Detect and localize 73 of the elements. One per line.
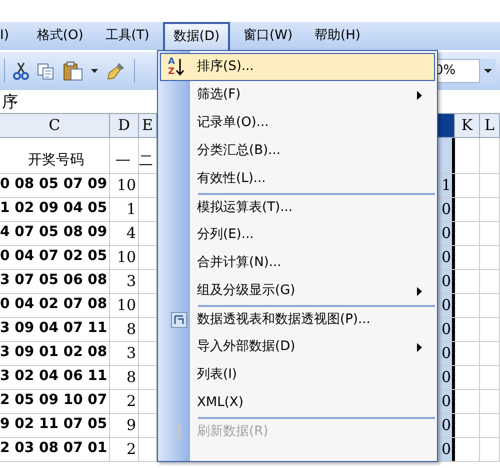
menu-item[interactable]: 有效性(L)... — [160, 165, 435, 193]
table-cell: 4 07 05 08 09 — [0, 222, 110, 245]
table-cell: 1 — [437, 174, 455, 197]
table-cell: 1 02 09 04 05 — [0, 198, 110, 221]
table-cell: 3 — [110, 342, 139, 365]
menu-item[interactable]: 记录单(O)... — [160, 109, 435, 137]
menu-item[interactable]: 分类汇总(B)... — [160, 137, 435, 165]
table-cell: 0 — [437, 222, 455, 245]
submenu-arrow-icon — [417, 286, 422, 296]
menu-bar-item[interactable]: 格式(O) — [28, 22, 92, 50]
table-cell: 0 — [437, 270, 455, 293]
menu-item[interactable]: 筛选(F) — [160, 81, 435, 109]
submenu-arrow-icon — [417, 342, 422, 352]
copy-icon[interactable] — [37, 62, 55, 80]
brush-icon[interactable] — [106, 61, 126, 81]
table-cell: 0 — [437, 342, 455, 365]
pivot-table-icon — [171, 312, 187, 328]
table-cell: 8 — [110, 366, 139, 389]
zoom-dropdown-button[interactable] — [480, 59, 496, 83]
menu-bar-item[interactable]: 数据(D) — [163, 22, 230, 50]
menu-bar-item[interactable]: I) — [0, 22, 17, 50]
column-header[interactable]: C — [0, 114, 110, 137]
table-cell: 2 — [110, 390, 139, 413]
table-cell: 10 — [110, 294, 139, 317]
table-cell: 10 — [110, 246, 139, 269]
table-cell: 开奖号码 — [0, 138, 110, 173]
scissors-icon[interactable] — [13, 62, 29, 80]
table-cell: 0 — [437, 414, 455, 437]
table-cell: 3 02 04 06 11 — [0, 366, 110, 389]
table-cell: 0 08 05 07 09 — [0, 174, 110, 197]
column-header[interactable]: D — [110, 114, 139, 137]
menu-item[interactable]: 分列(E)... — [160, 221, 435, 249]
table-cell: 8 — [110, 318, 139, 341]
table-cell: 10 — [110, 174, 139, 197]
exclamation-icon — [175, 423, 183, 441]
table-cell: 2 03 08 07 01 — [0, 438, 110, 461]
menu-bar-item[interactable]: 窗口(W) — [236, 22, 301, 50]
menu-item[interactable]: 数据透视表和数据透视图(P)... — [160, 307, 435, 333]
table-cell: 0 — [437, 366, 455, 389]
menu-bar-item[interactable]: 帮助(H) — [306, 22, 368, 50]
menu-item[interactable]: 合并计算(N)... — [160, 249, 435, 277]
paste-icon[interactable] — [63, 61, 83, 81]
table-cell: 0 — [437, 198, 455, 221]
table-cell: 9 — [110, 414, 139, 437]
table-cell: 0 — [437, 318, 455, 341]
table-cell: 2 05 09 10 07 — [0, 390, 110, 413]
menu-item[interactable]: 模拟运算表(T)... — [160, 195, 435, 221]
menu-item[interactable]: 导入外部数据(D) — [160, 333, 435, 361]
table-cell: 4 — [110, 222, 139, 245]
table-cell: 0 04 07 02 05 — [0, 246, 110, 269]
table-cell: 3 07 05 06 08 — [0, 270, 110, 293]
table-cell: 0 04 02 07 08 — [0, 294, 110, 317]
menu-item[interactable]: 列表(I) — [160, 361, 435, 389]
table-cell: 9 02 11 07 05 — [0, 414, 110, 437]
menu-bar-item[interactable]: 工具(T) — [97, 22, 158, 50]
caret-icon — [484, 69, 492, 73]
table-cell: 一 — [110, 138, 139, 173]
table-cell: 0 — [437, 246, 455, 269]
menu-item[interactable]: 组及分级显示(G) — [160, 277, 435, 305]
table-cell: 2 — [110, 438, 139, 461]
table-cell: 0 — [437, 390, 455, 413]
caret-icon[interactable] — [91, 69, 98, 73]
submenu-arrow-icon — [417, 90, 422, 100]
table-cell: 0 — [437, 294, 455, 317]
table-cell: 3 09 04 07 11 — [0, 318, 110, 341]
table-cell — [437, 138, 455, 173]
table-cell: 1 — [110, 198, 139, 221]
table-cell: 0 — [437, 438, 455, 461]
table-cell: 3 09 01 02 08 — [0, 342, 110, 365]
table-cell: 3 — [110, 270, 139, 293]
menu-item[interactable]: A Z 排序(S)... — [160, 53, 435, 81]
column-header[interactable] — [437, 114, 455, 137]
menu-item[interactable]: XML(X) — [160, 389, 435, 417]
